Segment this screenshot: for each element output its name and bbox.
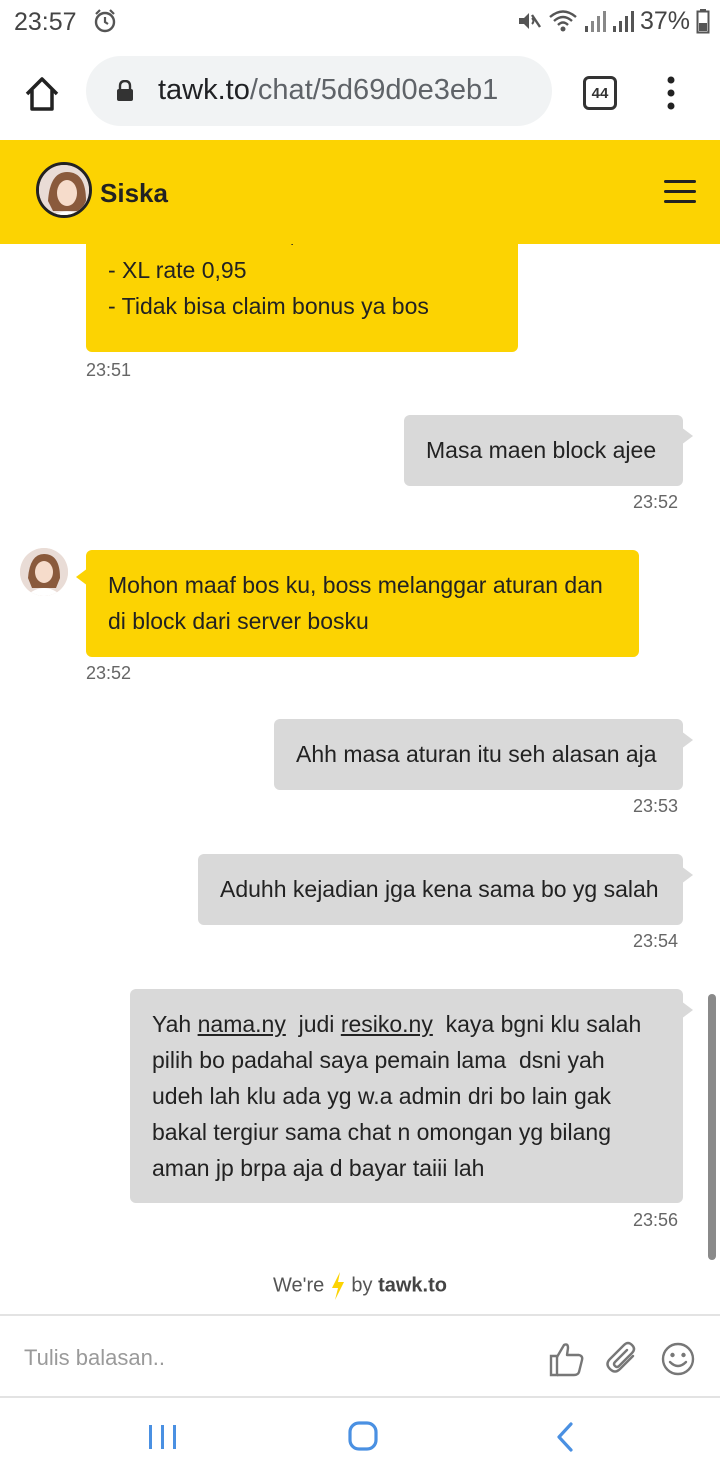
- chat-header: Siska: [0, 140, 720, 244]
- agent-avatar: [20, 548, 68, 596]
- message-line: Yah nama.ny judi resiko.ny kaya bgni klu…: [152, 1006, 661, 1042]
- visitor-message: Ahh masa aturan itu seh alasan aja: [274, 719, 693, 790]
- address-bar[interactable]: tawk.to/chat/5d69d0e3eb1: [86, 56, 552, 126]
- message-timestamp: 23:54: [633, 931, 679, 951]
- more-vert-icon[interactable]: [662, 74, 680, 114]
- agent-message: Mohon maaf bos ku, boss melanggar aturan…: [76, 550, 639, 657]
- menu-icon[interactable]: [664, 180, 696, 204]
- home-icon[interactable]: [22, 74, 62, 114]
- battery-icon: [696, 9, 710, 34]
- visitor-message: Aduhh kejadian jga kena sama bo yg salah: [198, 854, 693, 925]
- message-link[interactable]: nama.ny: [198, 1011, 286, 1037]
- visitor-message: Masa maen block ajee: [404, 415, 693, 486]
- lightning-icon: [331, 1272, 344, 1300]
- status-time: 23:57: [14, 8, 77, 36]
- back-icon[interactable]: [545, 1420, 585, 1454]
- agent-avatar: [36, 162, 92, 218]
- lock-icon: [117, 80, 133, 101]
- message-line: - XL rate 0,95: [108, 257, 247, 283]
- emoji-icon[interactable]: [659, 1340, 697, 1378]
- browser-toolbar: tawk.to/chat/5d69d0e3eb1 44: [0, 44, 720, 140]
- message-line: - Tidak bisa claim bonus ya bos: [108, 293, 429, 319]
- message-line: aman jp brpa aja d bayar taiii lah: [152, 1155, 485, 1181]
- url-text: tawk.to/chat/5d69d0e3eb1: [158, 74, 498, 107]
- thumbs-up-icon[interactable]: [547, 1340, 585, 1378]
- alarm-icon: [94, 9, 116, 33]
- message-timestamp: 23:52: [86, 663, 132, 683]
- branding-by: by: [351, 1274, 373, 1297]
- branding-pre: We're: [273, 1274, 325, 1297]
- signal-icon: [612, 11, 634, 32]
- message-timestamp: 23:52: [633, 492, 679, 512]
- message-link[interactable]: resiko.ny: [341, 1011, 433, 1037]
- agent-message: - Telkomsel rate 0,9 - XL rate 0,95 - Ti…: [86, 244, 518, 352]
- message-line: Ahh masa aturan itu seh alasan aja: [296, 741, 657, 767]
- message-text: kaya bgni klu salah: [432, 1011, 642, 1037]
- reply-input[interactable]: [24, 1338, 524, 1378]
- message-line: Mohon maaf bos ku, boss melanggar aturan…: [108, 572, 603, 598]
- recent-apps-icon[interactable]: [143, 1420, 183, 1454]
- message-list[interactable]: - Telkomsel rate 0,9 - XL rate 0,95 - Ti…: [0, 244, 720, 1314]
- url-host: tawk.to: [158, 74, 250, 106]
- status-icons: 37%: [516, 6, 710, 36]
- message-line: di block dari server bosku: [108, 608, 369, 634]
- visitor-message: Yah nama.ny judi resiko.ny kaya bgni klu…: [130, 989, 693, 1203]
- avatar-photo-icon: [20, 548, 68, 596]
- message-line: udeh lah klu ada yg w.a admin dri bo lai…: [152, 1083, 612, 1109]
- message-timestamp: 23:56: [633, 1210, 679, 1230]
- message-line: bakal tergiur sama chat n omongan yg bil…: [152, 1119, 612, 1145]
- message-text: judi: [285, 1011, 341, 1037]
- agent-name: Siska: [100, 178, 168, 208]
- signal-icon: [584, 11, 606, 32]
- scrollbar[interactable]: [708, 994, 716, 1260]
- paperclip-icon[interactable]: [603, 1340, 641, 1378]
- message-line: Aduhh kejadian jga kena sama bo yg salah: [220, 876, 659, 902]
- url-path: /chat/5d69d0e3eb1: [249, 74, 499, 106]
- home-nav-icon[interactable]: [343, 1420, 383, 1454]
- battery-percent: 37%: [639, 6, 690, 35]
- system-nav-bar: [0, 1398, 720, 1480]
- branding-brand: tawk.to: [378, 1274, 447, 1297]
- message-line: - Telkomsel rate 0,9: [108, 244, 496, 252]
- tab-count: 44: [591, 84, 609, 102]
- message-line: pilih bo padahal saya pemain lama dsni y…: [152, 1047, 605, 1073]
- message-timestamp: 23:53: [633, 796, 679, 816]
- mute-icon: [518, 13, 541, 29]
- avatar-photo-icon: [39, 165, 89, 215]
- powered-by[interactable]: We're by tawk.to: [0, 1272, 720, 1312]
- message-timestamp: 23:51: [86, 360, 132, 380]
- reply-bar: [0, 1314, 720, 1398]
- wifi-icon: [549, 10, 577, 32]
- status-bar: 23:57 37%: [0, 0, 720, 44]
- message-line: Masa maen block ajee: [426, 437, 657, 463]
- message-text: Yah: [152, 1011, 198, 1037]
- tab-switcher-button[interactable]: 44: [583, 76, 617, 110]
